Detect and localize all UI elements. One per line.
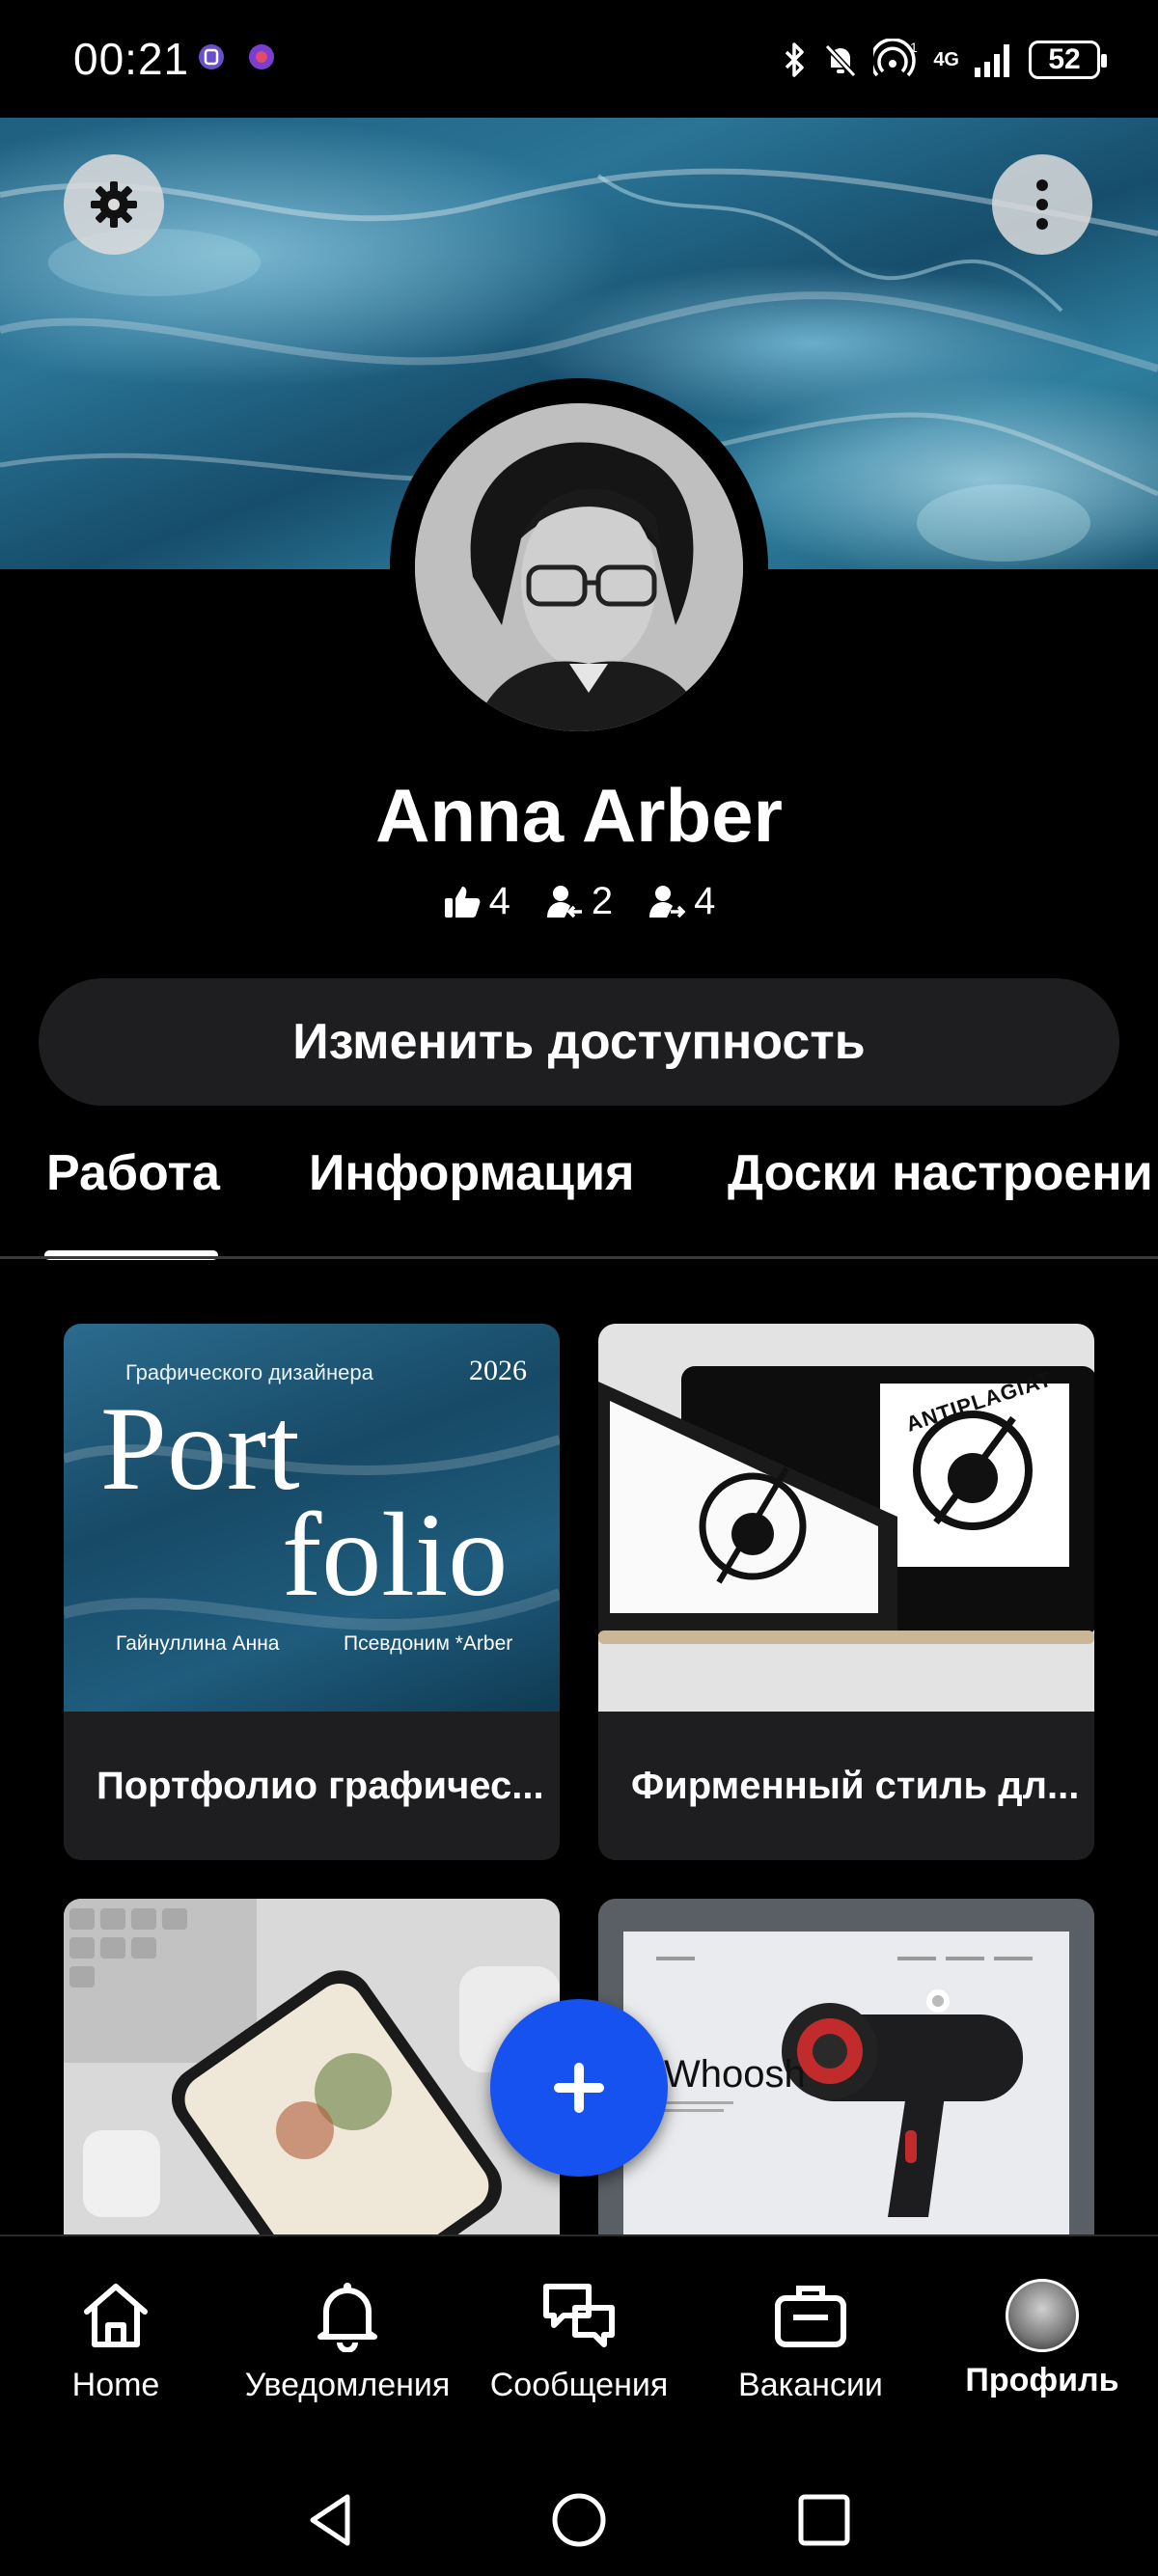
- tab-mood-boards[interactable]: Доски настроени: [728, 1144, 1153, 1202]
- status-icons: 1 4G 52: [781, 35, 1107, 85]
- system-navigation-bar: [0, 2462, 1158, 2576]
- following-count: 4: [694, 880, 716, 922]
- status-time: 00:21: [73, 34, 190, 84]
- work-cover-phone: [64, 1899, 560, 2236]
- battery-indicator: 52: [1029, 41, 1107, 79]
- nav-label: Уведомления: [244, 2367, 451, 2403]
- more-options-button[interactable]: [992, 154, 1092, 255]
- hotspot-icon: 1: [873, 39, 918, 77]
- likes-count: 4: [488, 880, 510, 922]
- signal-icon: [975, 44, 1009, 77]
- bluetooth-icon: [786, 42, 805, 77]
- portfolio-word-1: Port: [100, 1383, 300, 1515]
- nav-notifications[interactable]: Уведомления: [232, 2279, 463, 2404]
- nav-label: Home: [71, 2367, 160, 2403]
- nav-messages[interactable]: Сообщения: [463, 2279, 695, 2404]
- nav-label: Профиль: [965, 2362, 1119, 2398]
- add-work-button[interactable]: [490, 1999, 668, 2177]
- nav-home[interactable]: Home: [0, 2279, 232, 2404]
- bell-icon: [317, 2283, 377, 2353]
- nav-profile[interactable]: Профиль: [926, 2279, 1158, 2399]
- app-notification-icon-2: [249, 44, 274, 69]
- home-circle-icon[interactable]: [550, 2491, 608, 2549]
- work-card-brand-identity[interactable]: ANTIPLAGIAT Фирменный стиль дл...: [598, 1324, 1094, 1860]
- profile-stats: 4 2 4: [0, 880, 1158, 923]
- profile-avatar[interactable]: [415, 403, 743, 731]
- back-icon[interactable]: [303, 2491, 361, 2549]
- work-card-portfolio[interactable]: Графического дизайнера 2026 Port folio Г…: [64, 1324, 560, 1860]
- more-vertical-icon: [1036, 179, 1048, 230]
- profile-name: Anna Arber: [375, 773, 783, 858]
- thumbs-up-icon: [444, 886, 480, 918]
- tab-work[interactable]: Работа: [46, 1144, 220, 1202]
- home-icon: [84, 2284, 148, 2347]
- profile-tabs: Работа Информация Доски настроени: [0, 1144, 1158, 1260]
- work-card-phone-mockup[interactable]: [64, 1899, 560, 2236]
- bottom-navigation: Home Уведомления Сообщения Вакансии Проф…: [0, 2234, 1158, 2464]
- portfolio-word-2: folio: [282, 1489, 509, 1621]
- avatar-portrait: [415, 403, 743, 731]
- portfolio-year: 2026: [469, 1355, 527, 1386]
- tab-info[interactable]: Информация: [309, 1144, 634, 1202]
- profile-avatar-icon: [1006, 2279, 1079, 2352]
- likes-stat[interactable]: 4: [443, 880, 510, 923]
- work-cover-whoosh: Whoosh: [598, 1899, 1094, 2236]
- nav-label: Сообщения: [489, 2367, 669, 2403]
- work-title: Фирменный стиль дл...: [631, 1764, 1080, 1807]
- following-stat[interactable]: 4: [648, 880, 715, 923]
- portfolio-author: Гайнуллина Анна: [116, 1632, 280, 1655]
- nav-vacancies[interactable]: Вакансии: [695, 2279, 926, 2404]
- work-cover-portfolio: Графического дизайнера 2026 Port folio Г…: [64, 1324, 560, 1712]
- following-icon: [649, 885, 686, 918]
- followers-stat[interactable]: 2: [545, 880, 613, 923]
- portfolio-alias: Псевдоним *Arber: [344, 1632, 513, 1655]
- nav-label: Вакансии: [738, 2367, 883, 2403]
- chat-icon: [543, 2284, 615, 2347]
- phone-mockup: [64, 1899, 560, 2236]
- svg-text:1: 1: [910, 40, 918, 55]
- followers-icon: [546, 885, 582, 918]
- plus-icon: [554, 2063, 604, 2113]
- gear-icon: [91, 181, 137, 228]
- briefcase-icon: [775, 2286, 846, 2347]
- app-notification-icon: [199, 44, 224, 69]
- bell-muted-icon: [825, 43, 857, 78]
- whoosh-headline: Whoosh: [664, 2053, 806, 2096]
- network-type: 4G: [933, 49, 959, 70]
- change-availability-button[interactable]: Изменить доступность: [39, 978, 1119, 1106]
- work-card-whoosh[interactable]: Whoosh: [598, 1899, 1094, 2236]
- work-cover-brand: ANTIPLAGIAT: [598, 1324, 1094, 1712]
- followers-count: 2: [591, 880, 614, 922]
- tabs-divider: [0, 1256, 1158, 1259]
- recents-icon[interactable]: [795, 2491, 853, 2549]
- work-title: Портфолио графичес...: [96, 1764, 544, 1807]
- status-bar: 00:21 1 4G 52: [0, 0, 1158, 118]
- settings-button[interactable]: [64, 154, 164, 255]
